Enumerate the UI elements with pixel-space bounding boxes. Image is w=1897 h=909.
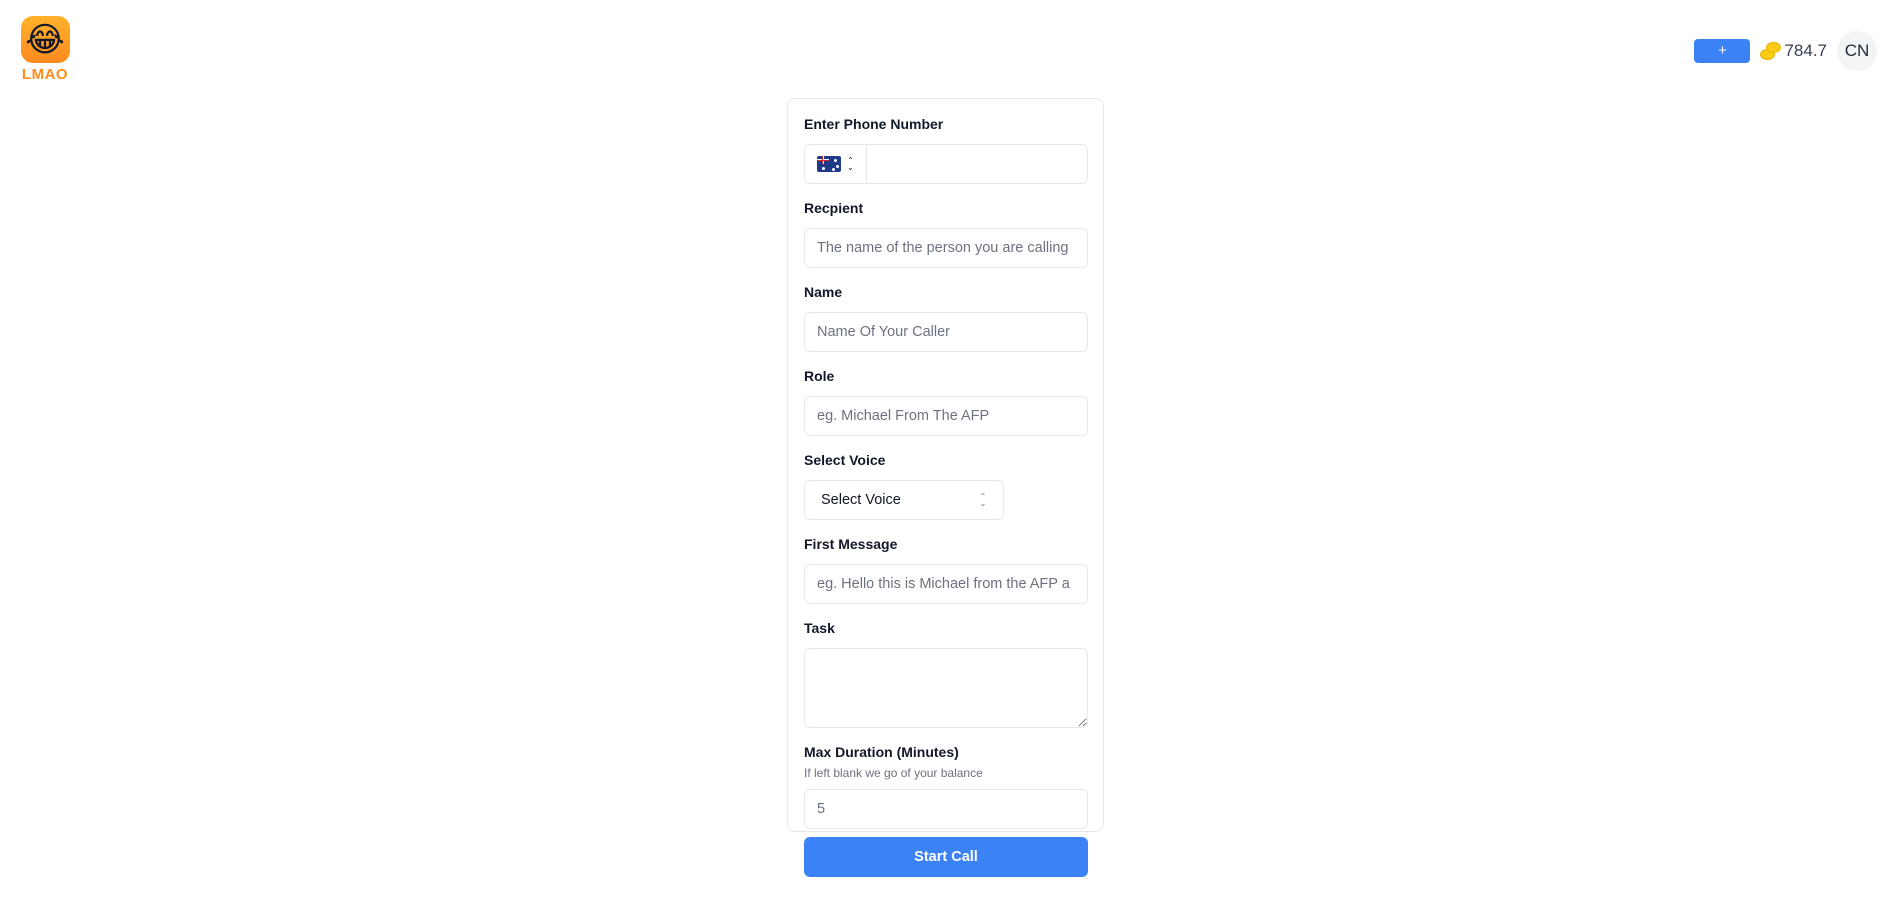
top-bar: + 784.7 CN: [1694, 31, 1877, 71]
add-credits-button[interactable]: +: [1694, 39, 1751, 63]
chevron-up-down-icon: ⌃ ⌄: [979, 492, 987, 508]
chevron-up-down-icon: ⌃ ⌄: [847, 156, 854, 172]
voice-label: Select Voice: [804, 452, 886, 468]
name-label: Name: [804, 284, 843, 300]
call-form-card: Enter Phone Number ⌃⌄ Recpient Name Role: [787, 98, 1104, 877]
phone-input[interactable]: [867, 145, 1087, 183]
max-duration-hint: If left blank we go of your balance: [804, 766, 983, 780]
task-label: Task: [804, 620, 835, 636]
balance-value: 784.7: [1784, 41, 1827, 60]
australia-flag-icon: [816, 156, 841, 172]
brand-name: LMAO: [21, 66, 69, 83]
recipient-input[interactable]: [804, 228, 1088, 268]
balance-display: 784.7: [1760, 40, 1827, 62]
phone-label: Enter Phone Number: [804, 116, 944, 132]
task-textarea[interactable]: [804, 648, 1088, 728]
first-message-input[interactable]: [804, 564, 1088, 604]
max-duration-label: Max Duration (Minutes): [804, 744, 959, 760]
brand-logo[interactable]: 😂 LMAO: [20, 16, 70, 83]
user-avatar[interactable]: CN: [1837, 31, 1877, 71]
coins-icon: [1760, 40, 1782, 62]
start-call-button[interactable]: Start Call: [804, 837, 1088, 877]
country-select[interactable]: ⌃ ⌄: [805, 145, 867, 183]
caller-name-input[interactable]: [804, 312, 1088, 352]
phone-field: ⌃ ⌄: [804, 144, 1088, 184]
role-input[interactable]: [804, 396, 1088, 436]
recipient-label: Recpient: [804, 200, 864, 216]
voice-select-value: Select Voice: [821, 492, 901, 508]
max-duration-input[interactable]: [804, 789, 1088, 829]
role-label: Role: [804, 368, 835, 384]
voice-select[interactable]: Select Voice ⌃ ⌄: [804, 480, 1004, 520]
laughing-emoji-icon: 😂: [20, 16, 70, 63]
first-message-label: First Message: [804, 536, 898, 552]
